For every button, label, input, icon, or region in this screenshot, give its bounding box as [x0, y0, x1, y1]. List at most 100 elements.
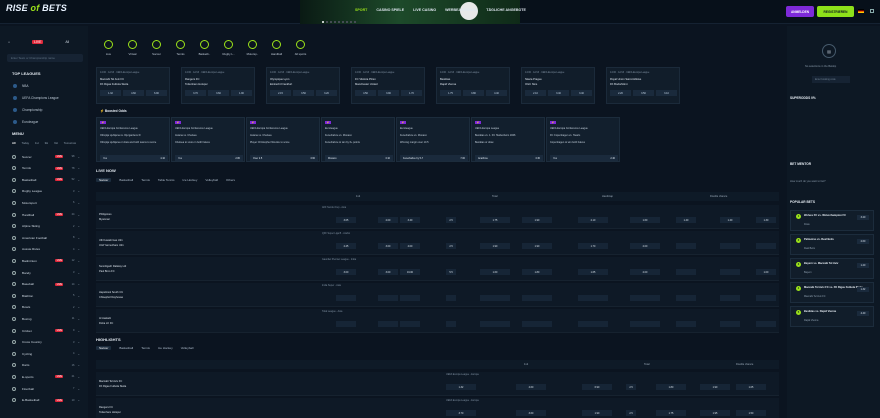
odds-button[interactable]: 16.00 — [400, 269, 420, 275]
odds-button[interactable]: 3.20 — [316, 90, 337, 96]
odds-button[interactable]: 1.70 — [578, 243, 608, 249]
popular-bet-card[interactable]: 1 Wolves FC vs. Wolverhampton FC Draw 3.20 — [790, 210, 874, 231]
odds-button[interactable]: 2.5 — [446, 217, 456, 223]
popular-bet-card[interactable]: 4 Maccabi Tel Aviv FC vs. FK Rigas Futbol… — [790, 282, 874, 303]
odds-button[interactable]: 2.5 — [446, 243, 456, 249]
odds-button[interactable] — [578, 295, 608, 301]
match-card[interactable]: 14:00 · 12/13 · UEFA Europa League Ranger… — [181, 67, 255, 104]
odds-button[interactable]: 1.40 — [676, 217, 696, 223]
odds-button[interactable]: 1.75 — [480, 217, 510, 223]
odds-button[interactable]: 3.40 — [548, 90, 569, 96]
sidebar-item[interactable]: Rugby League 3 ⌄ — [12, 187, 80, 196]
boost-card[interactable]: ⚡ UEFA Europa Conference League FC Copenha… — [546, 117, 620, 162]
odds-button[interactable]: 3.05 — [336, 217, 356, 223]
filter-today[interactable]: Today — [22, 141, 29, 145]
odds-button[interactable] — [378, 295, 398, 301]
sport-filter-tab[interactable]: Volleyball — [205, 178, 218, 182]
odds-button[interactable]: 1.20 — [857, 263, 869, 268]
odds-button[interactable]: 3.60 — [208, 90, 229, 96]
boost-odds-button[interactable]: Yes 4.10 — [100, 155, 168, 161]
odds-button[interactable] — [522, 321, 552, 327]
boost-card[interactable]: ⚡ UEFA Europa Conference League Astana vs.… — [171, 117, 245, 162]
sport-filter-tab[interactable]: Ice Hockey — [182, 178, 197, 182]
boost-odds-button[interactable]: Yes 2.80 — [175, 155, 243, 161]
logo[interactable]: RISE of BETS — [6, 3, 67, 13]
sidebar-item[interactable]: Cricket LIVE 9 ⌄ — [12, 326, 80, 335]
odds-button[interactable]: 2.5 — [626, 410, 636, 416]
boost-odds-button[interactable]: Over 2.5 3.60 — [250, 155, 318, 161]
odds-button[interactable] — [720, 295, 740, 301]
odds-button[interactable]: 5.5 — [446, 269, 456, 275]
sport-tab[interactable]: Motorsp.. — [244, 40, 261, 56]
odds-button[interactable]: 1.90 — [522, 243, 552, 249]
odds-button[interactable]: 1.90 — [582, 410, 612, 416]
odds-button[interactable]: 2.5 — [626, 384, 636, 390]
boost-odds-button[interactable]: Monaco 3.10 — [325, 155, 393, 161]
odds-button[interactable]: 2.10 — [525, 90, 546, 96]
table-row[interactable]: Hapstinsol South CU Chloephol Dayhouse Ind… — [96, 283, 779, 307]
odds-button[interactable]: 3.60 — [516, 410, 546, 416]
odds-button[interactable]: 4.40 — [857, 311, 869, 316]
odds-button[interactable]: 1.00 — [756, 269, 776, 275]
league-item[interactable]: Euroleague — [13, 120, 38, 124]
sidebar-item[interactable]: American Football 8 ⌄ — [12, 233, 80, 242]
sidebar-item[interactable]: Boxing 11 ⌄ — [12, 314, 80, 323]
odds-button[interactable] — [676, 269, 696, 275]
sidebar-item[interactable]: Motorsport 6 ⌄ — [12, 198, 80, 207]
settings-icon[interactable] — [870, 9, 874, 13]
sidebar-item[interactable]: Bowls 2 ⌄ — [12, 303, 80, 312]
sidebar-item[interactable]: Darts 16 ⌄ — [12, 361, 80, 370]
odds-button[interactable]: 1.80 — [522, 269, 552, 275]
odds-button[interactable] — [336, 295, 356, 301]
sport-filter-tab[interactable]: Soccer — [96, 346, 112, 350]
table-row[interactable]: Rangers FC Tottenham Hotspur UEFA Europa L… — [96, 398, 779, 418]
league-item[interactable]: NBA — [13, 84, 29, 88]
sport-filter-tab[interactable]: Basketball — [119, 346, 133, 350]
odds-button[interactable]: 1.32 — [100, 90, 121, 96]
table-row[interactable]: Maccabi Tel Aviv FC FK Rigas Futbola Skol… — [96, 372, 779, 396]
odds-button[interactable]: 2.60 — [857, 239, 869, 244]
odds-button[interactable]: 4.60 — [123, 90, 144, 96]
odds-button[interactable]: 2.00 — [630, 269, 660, 275]
odds-button[interactable]: 1.95 — [700, 410, 730, 416]
odds-button[interactable]: 1.05 — [736, 384, 766, 390]
odds-button[interactable]: 2.15 — [270, 90, 291, 96]
sidebar-item[interactable]: Floorball 7 ⌄ — [12, 384, 80, 393]
sport-filter-tab[interactable]: Soccer — [96, 178, 112, 182]
sport-filter-tab[interactable]: Tennis — [141, 178, 150, 182]
odds-button[interactable]: 1.32 — [857, 287, 869, 292]
sport-tab[interactable]: Soccer — [148, 40, 165, 56]
odds-button[interactable] — [756, 321, 776, 327]
sidebar-item[interactable]: Bandy 3 ⌄ — [12, 268, 80, 277]
boost-card[interactable]: ⚡ Euroleague Fenerbahce vs. Monaco Winning … — [396, 117, 470, 162]
tab-all[interactable]: All — [65, 40, 69, 44]
search-input[interactable]: Enter Team or Championship name — [7, 54, 83, 62]
odds-button[interactable]: 2.25 — [336, 243, 356, 249]
sidebar-item[interactable]: Alpine Skiing 2 ⌄ — [12, 222, 80, 231]
table-row[interactable]: Sunnitigarh Railway Ltd Paul Broo FC Gaunt… — [96, 257, 779, 281]
popular-bet-card[interactable]: 3 Bayern vs. Maccabi Tel Aviv Bayern 1.20 — [790, 258, 874, 279]
odds-button[interactable] — [480, 295, 510, 301]
sport-filter-tab[interactable]: Tennis — [141, 346, 150, 350]
sport-tab[interactable]: Rugby L.. — [220, 40, 237, 56]
sidebar-item[interactable]: Basketball LIVE 52 ⌄ — [12, 175, 80, 184]
odds-button[interactable] — [720, 243, 740, 249]
odds-button[interactable]: 3.50 — [293, 90, 314, 96]
odds-button[interactable]: 4.00 — [400, 243, 420, 249]
odds-button[interactable] — [630, 295, 660, 301]
sidebar-item[interactable]: Badminton LIVE 12 ⌄ — [12, 256, 80, 265]
boost-card[interactable]: ⚡ UEFA Europa League Besiktas vs. 1. FC He… — [471, 117, 545, 162]
filter-3h[interactable]: 3H — [45, 141, 49, 145]
sport-filter-tab[interactable]: Table Tennis — [158, 178, 175, 182]
odds-button[interactable]: 1.90 — [231, 90, 252, 96]
odds-button[interactable]: 3.40 — [400, 217, 420, 223]
odds-button[interactable]: 3.50 — [633, 90, 654, 96]
language-flag-icon[interactable] — [858, 9, 864, 13]
odds-button[interactable]: 1.40 — [720, 217, 740, 223]
odds-button[interactable] — [400, 321, 420, 327]
odds-button[interactable]: 1.90 — [522, 217, 552, 223]
odds-button[interactable]: 4.50 — [355, 90, 376, 96]
odds-button[interactable] — [336, 321, 356, 327]
boost-card[interactable]: ⚡ Euroleague Fenerbahce vs. Monaco Fenerbah… — [321, 117, 395, 162]
odds-button[interactable] — [522, 295, 552, 301]
